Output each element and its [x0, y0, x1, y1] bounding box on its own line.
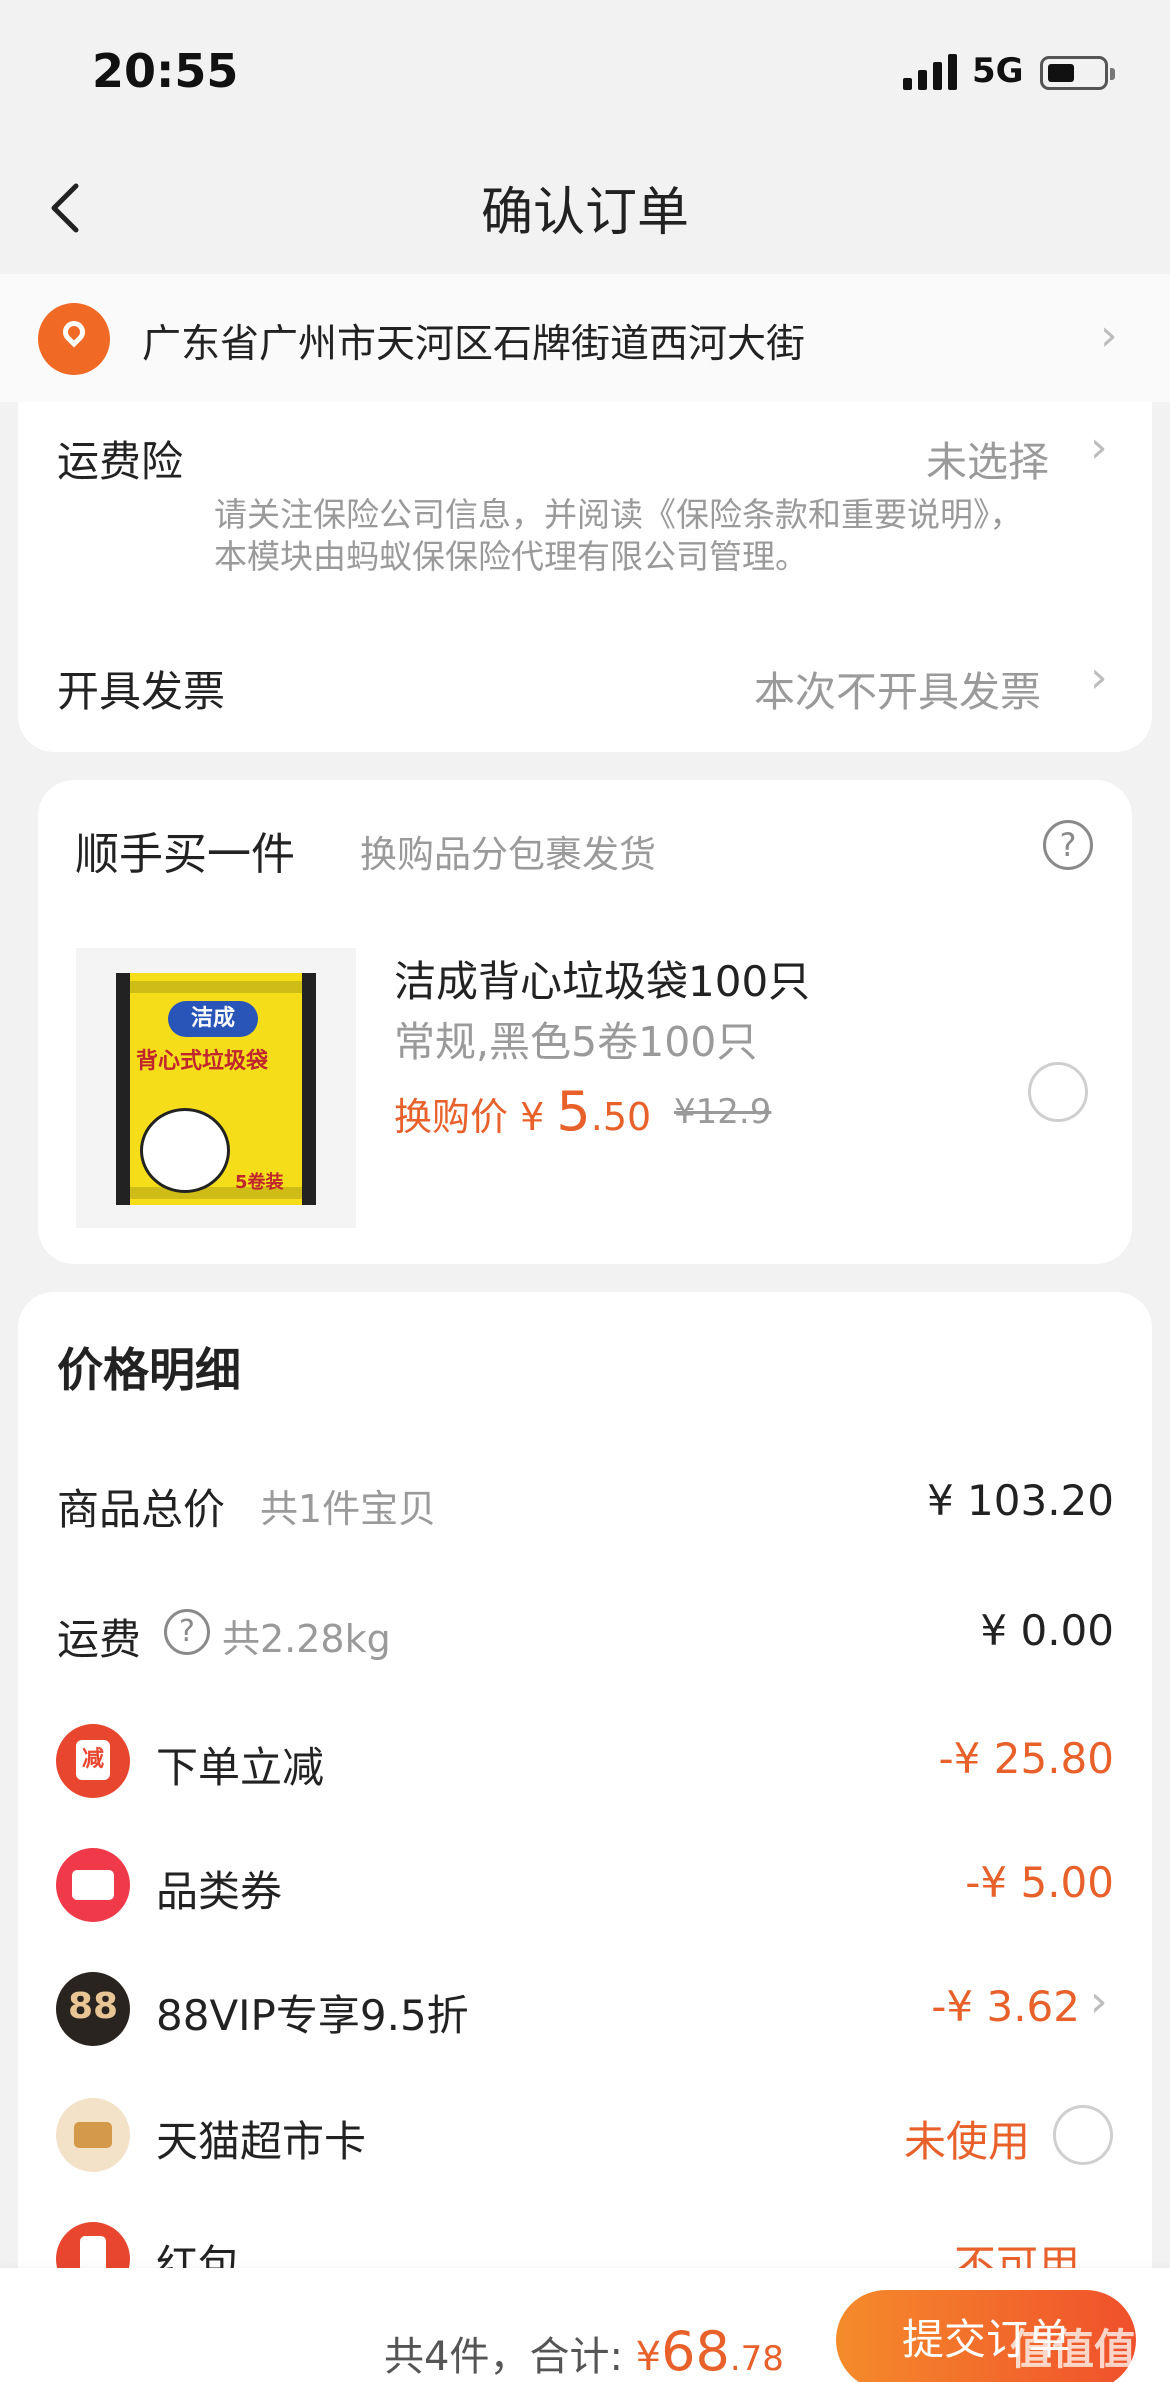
- back-arrow-icon[interactable]: [46, 180, 86, 236]
- add-on-select-radio[interactable]: [1028, 1062, 1088, 1122]
- shipping-fee-label: 运费: [57, 1615, 142, 1664]
- shipping-insurance-chevron-icon[interactable]: ›: [1090, 422, 1108, 473]
- invoice-value[interactable]: 本次不开具发票: [754, 658, 1041, 718]
- product-name: 洁成背心垃圾袋100只: [394, 957, 811, 1006]
- location-pin-icon: [38, 303, 110, 375]
- shipping-insurance-value[interactable]: 未选择: [926, 428, 1049, 488]
- insurance-note: 请关注保险公司信息，并阅读《保险条款和重要说明》，本模块由蚂蚁保保险代理有限公司…: [214, 495, 1023, 576]
- supermarket-card-value: 未使用: [903, 2117, 1030, 2166]
- coupon-icon: [56, 1848, 130, 1922]
- invoice-label: 开具发票: [57, 667, 226, 716]
- goods-count: 共1件宝贝: [260, 1487, 437, 1531]
- shipping-fee-value: ¥ 0.00: [980, 1606, 1114, 1655]
- product-original-price: ¥12.9: [674, 1092, 772, 1132]
- address-chevron-icon: ›: [1100, 310, 1118, 361]
- goods-total-value: ¥ 103.20: [926, 1476, 1114, 1525]
- network-label: 5G: [972, 51, 1024, 91]
- supermarket-card-label: 天猫超市卡: [156, 2117, 367, 2166]
- category-coupon-label: 品类券: [156, 1867, 283, 1916]
- price-detail-card: [18, 1292, 1152, 2382]
- instant-discount-label: 下单立减: [156, 1743, 325, 1792]
- help-icon[interactable]: ?: [1043, 820, 1093, 870]
- add-on-title: 顺手买一件: [75, 829, 295, 880]
- product-price: 换购价 ¥ 5.50: [394, 1080, 652, 1143]
- cut-icon: 减: [56, 1724, 130, 1798]
- address-text: 广东省广州市天河区石牌街道西河大街: [142, 322, 806, 367]
- invoice-chevron-icon[interactable]: ›: [1090, 652, 1108, 703]
- battery-icon: [1040, 56, 1115, 90]
- watermark-logo: 值值值: [1010, 2325, 1137, 2374]
- product-image[interactable]: 洁成 背心式垃圾袋 5卷装: [76, 948, 356, 1228]
- shipping-help-icon[interactable]: ?: [164, 1609, 210, 1655]
- page-title: 确认订单: [480, 183, 689, 243]
- product-spec: 常规,黑色5卷100只: [394, 1018, 758, 1066]
- order-total: 共4件，合计: ¥68.78: [384, 2320, 784, 2382]
- category-coupon-value: -¥ 5.00: [965, 1858, 1114, 1907]
- supermarket-card-radio[interactable]: [1053, 2105, 1113, 2165]
- instant-discount-value: -¥ 25.80: [938, 1734, 1114, 1783]
- price-detail-title: 价格明细: [57, 1343, 241, 1397]
- vip-discount-value[interactable]: -¥ 3.62: [780, 1982, 1080, 2031]
- card-icon: [56, 2098, 130, 2172]
- vip-discount-label: 88VIP专享9.5折: [156, 1991, 469, 2040]
- add-on-subtitle: 换购品分包裹发货: [360, 833, 656, 876]
- vip-icon: 88: [56, 1972, 130, 2046]
- shipping-insurance-label: 运费险: [57, 437, 184, 486]
- vip-chevron-icon[interactable]: ›: [1090, 1976, 1108, 2027]
- signal-icon: [903, 54, 957, 90]
- goods-total-label: 商品总价: [57, 1485, 226, 1534]
- status-time: 20:55: [92, 44, 239, 98]
- shipping-weight: 共2.28kg: [222, 1617, 391, 1661]
